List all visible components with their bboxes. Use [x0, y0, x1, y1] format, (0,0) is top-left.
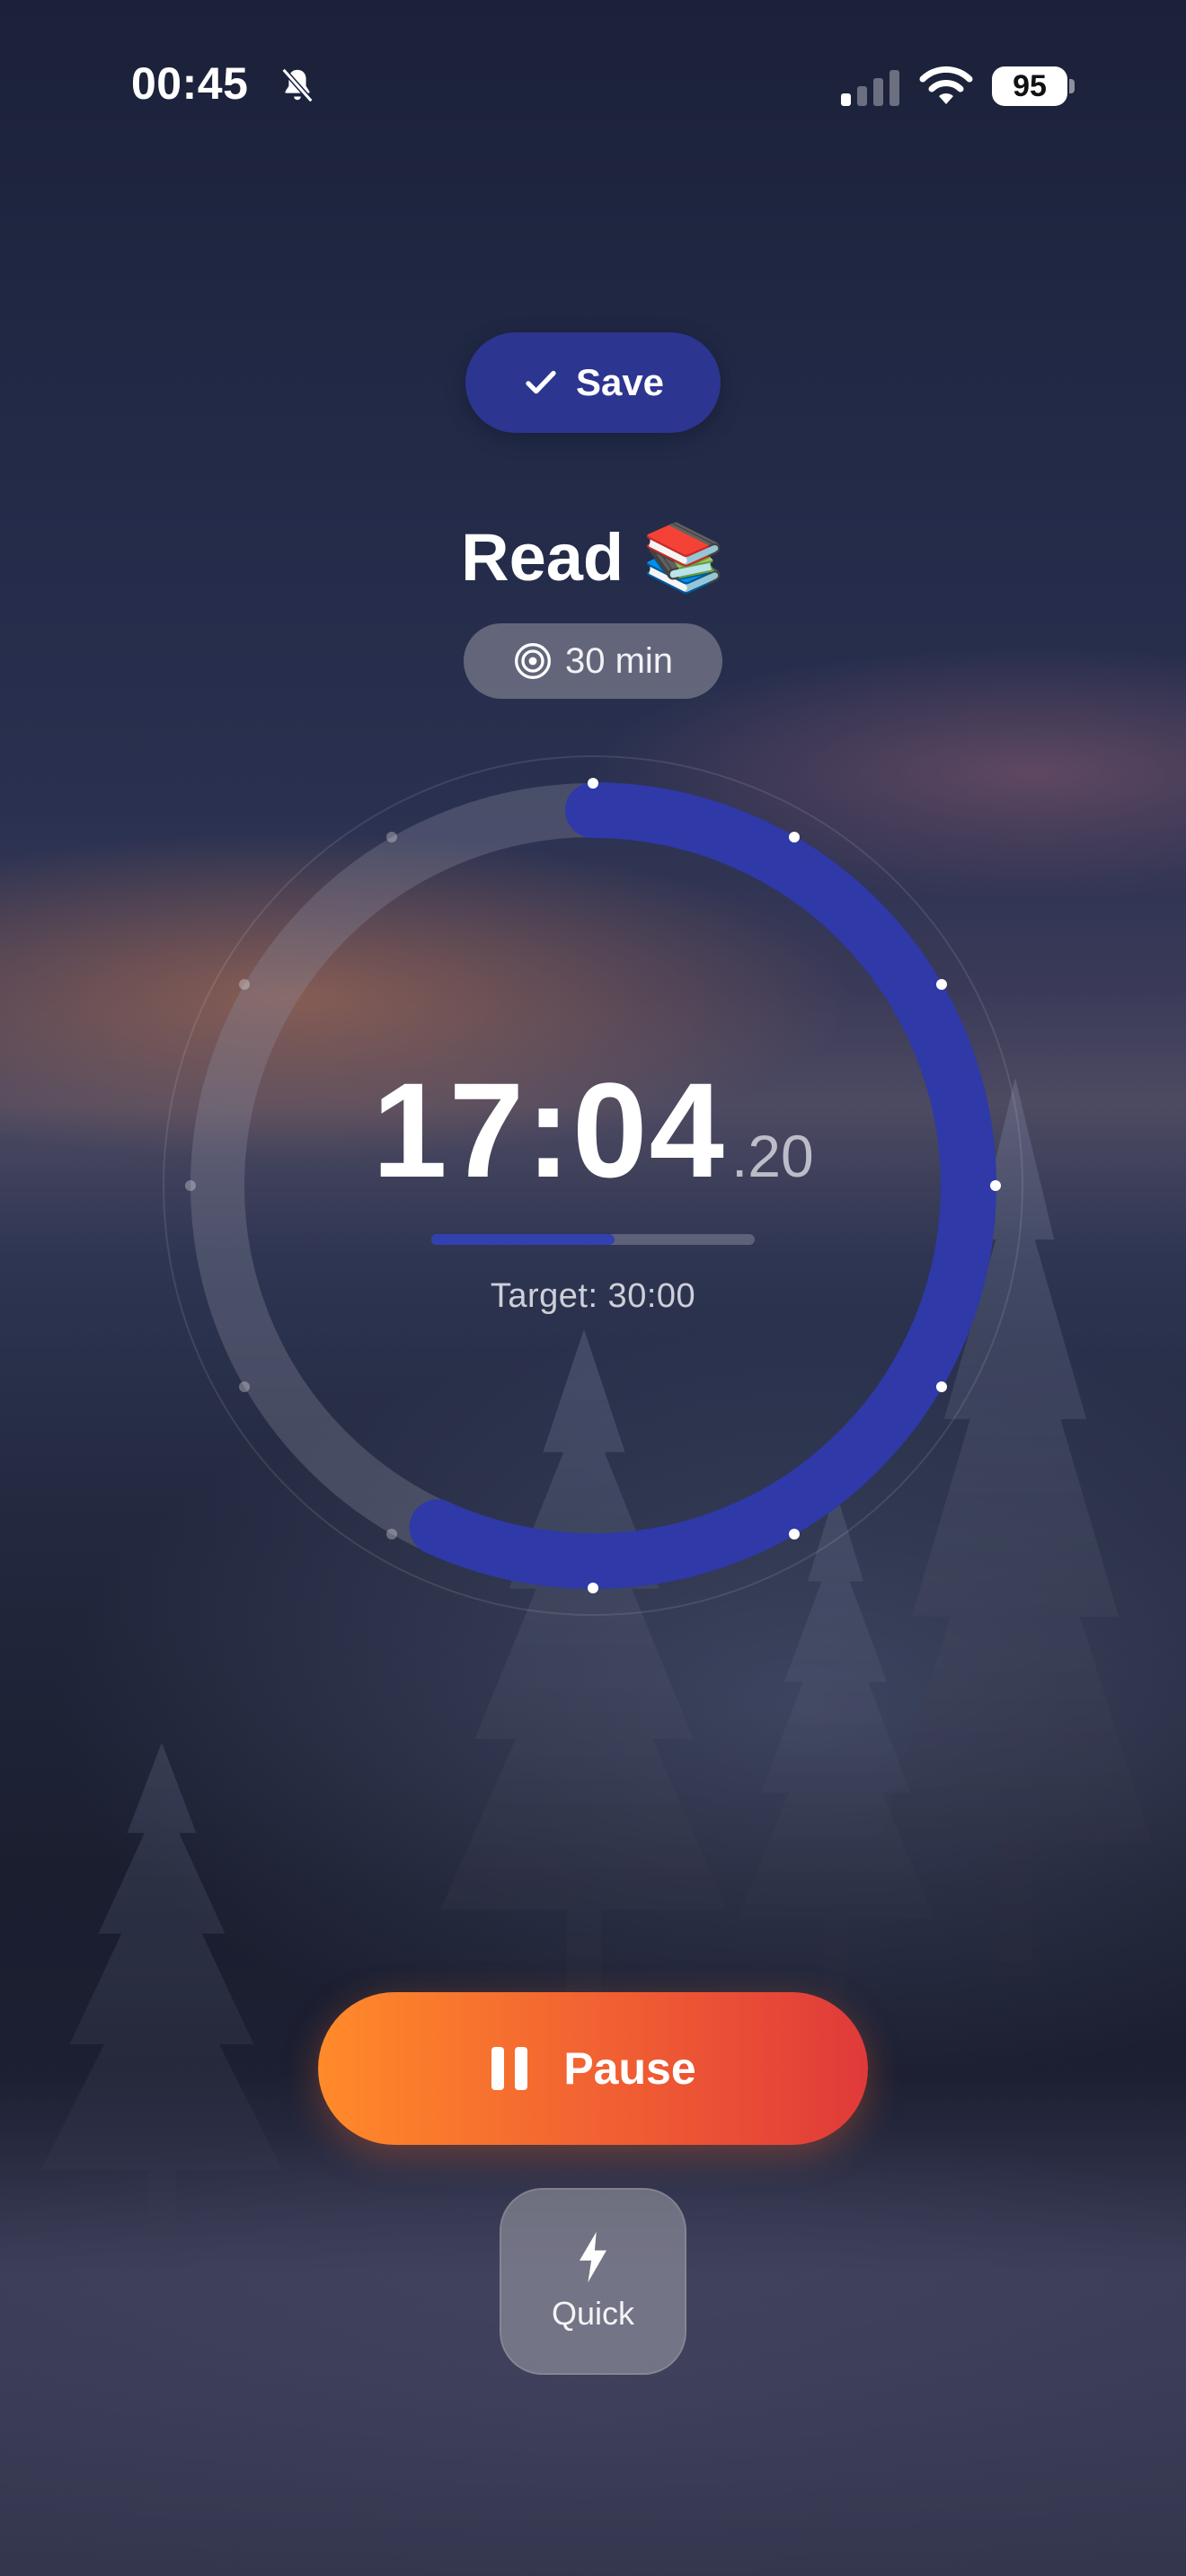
task-title: Read 📚 [461, 520, 725, 595]
target-text: Target: 30:00 [490, 1277, 696, 1315]
ring-tick-dot [935, 1381, 947, 1392]
pause-icon [491, 2047, 528, 2090]
ring-tick-dot [239, 1381, 251, 1392]
ring-tick-dot [588, 1583, 598, 1593]
ring-tick-dot [789, 832, 800, 843]
checkmark-icon [526, 370, 556, 394]
ring-tick-dot [386, 1528, 397, 1539]
goal-chip[interactable]: 30 min [464, 623, 722, 699]
goal-label: 30 min [564, 640, 674, 681]
pause-label: Pause [563, 2043, 696, 2094]
bell-slash-icon [281, 67, 314, 103]
quick-label: Quick [551, 2295, 635, 2332]
save-label: Save [575, 361, 665, 403]
ring-tick-dot [386, 832, 397, 843]
cellular-signal-icon [841, 70, 899, 106]
timer-fraction: .20 [730, 1123, 814, 1189]
ring-tick-dot [239, 979, 251, 990]
timer-display: 17:04.20 [0, 1053, 1186, 1208]
ring-tick-dot [588, 778, 598, 789]
timer-elapsed: 17:04 [372, 1054, 726, 1205]
target-icon [514, 643, 551, 679]
ring-tick-dot [789, 1528, 800, 1539]
battery-level: 95 [1013, 68, 1047, 103]
save-button[interactable]: Save [465, 332, 721, 433]
battery-icon: 95 [992, 66, 1067, 106]
timer-progress-bar [431, 1234, 755, 1245]
wifi-icon [919, 66, 973, 104]
status-bar: 00:45 95 [0, 54, 1186, 117]
quick-button[interactable]: Quick [500, 2188, 686, 2375]
timer-progress-fill [431, 1234, 615, 1245]
timer-screen: 00:45 95 Save Read 📚 30 min 17:04.20 Tar… [0, 0, 1186, 2576]
ring-tick-dot [935, 979, 947, 990]
battery-cap [1069, 79, 1075, 93]
lightning-bolt-icon [580, 2231, 606, 2283]
status-time: 00:45 [131, 58, 249, 109]
pause-button[interactable]: Pause [318, 1992, 868, 2145]
